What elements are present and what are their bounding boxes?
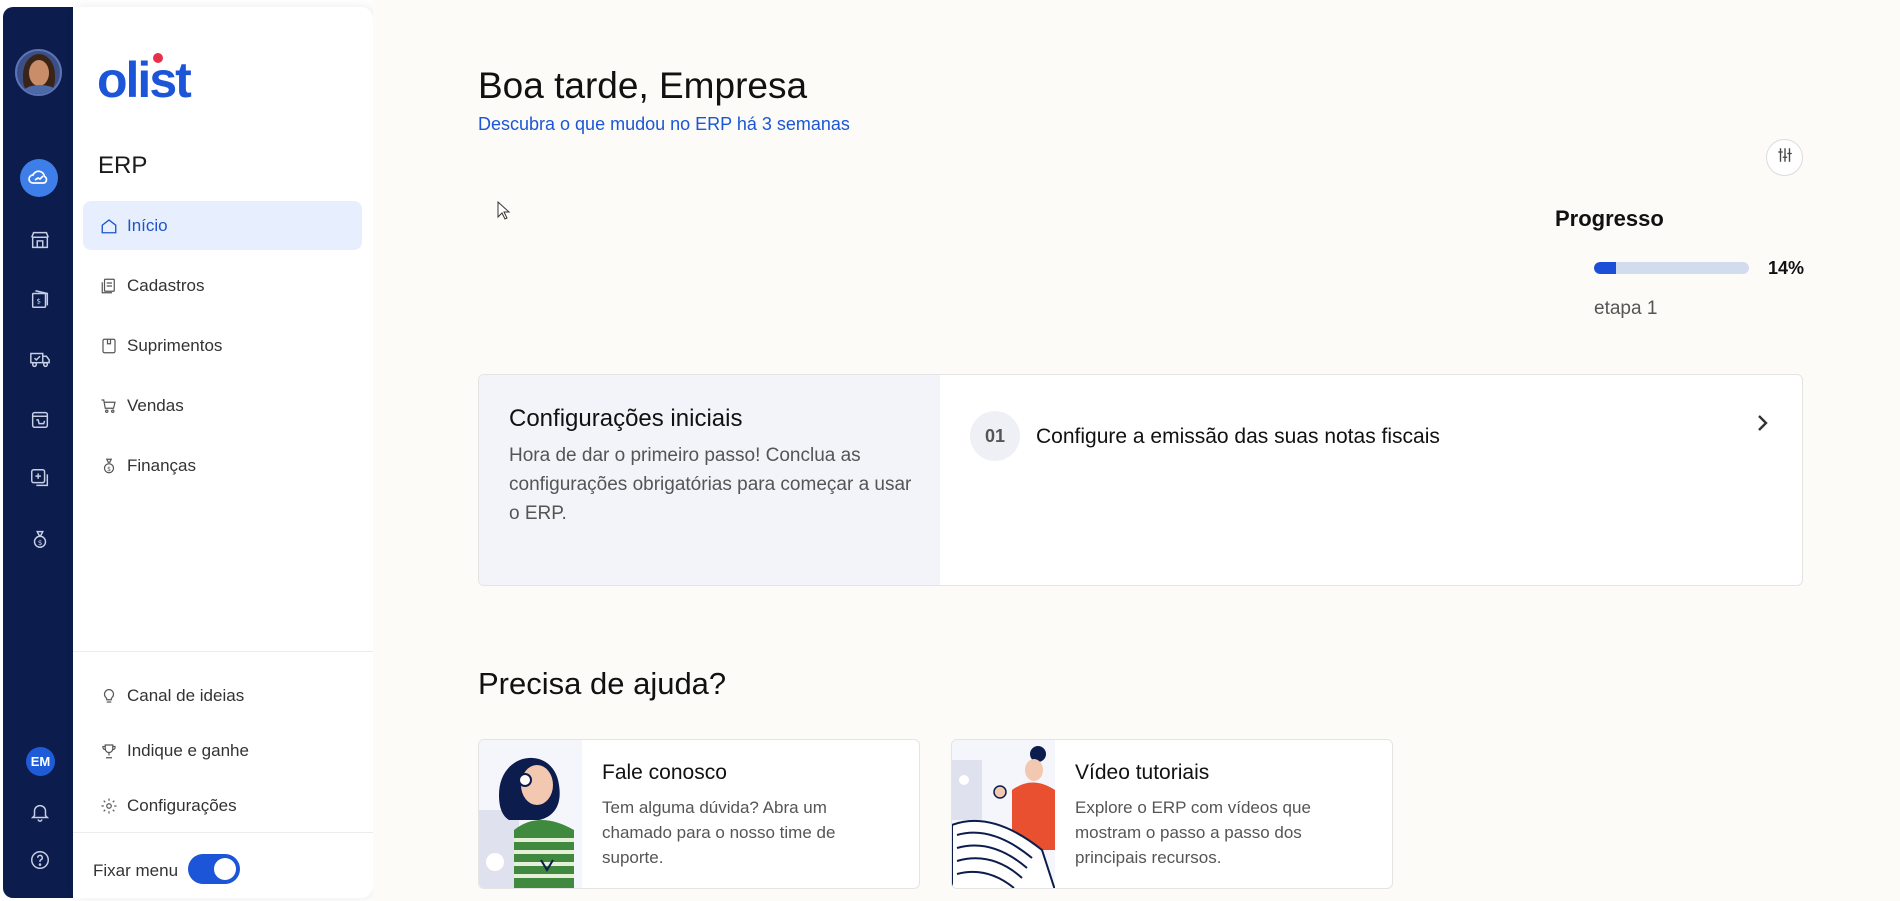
box-icon — [99, 336, 119, 356]
divider — [73, 832, 373, 833]
config-step-item[interactable]: 01 Configure a emissão das suas notas fi… — [940, 375, 1802, 495]
sidebar-item-canal-de-ideias[interactable]: Canal de ideias — [83, 671, 362, 720]
card-title: Fale conosco — [602, 761, 727, 784]
sidebar-item-cadastros[interactable]: Cadastros — [83, 261, 362, 310]
delivery-icon[interactable] — [29, 348, 51, 370]
mouse-cursor-icon — [497, 200, 511, 226]
money-bag-icon: $ — [99, 456, 119, 476]
sidebar-item-label: Vendas — [127, 395, 184, 415]
register-icon — [99, 276, 119, 296]
trophy-icon — [99, 741, 119, 761]
chevron-right-icon[interactable] — [1755, 413, 1771, 438]
help-section-title: Precisa de ajuda? — [478, 666, 727, 701]
progress-stage: etapa 1 — [1594, 298, 1658, 319]
svg-text:olist: olist — [97, 52, 192, 103]
pin-menu-label: Fixar menu — [93, 861, 179, 880]
video-tutorial-illustration — [952, 740, 1055, 888]
sidebar-item-label: Cadastros — [127, 275, 205, 295]
initial-config-card: Configurações iniciais Hora de dar o pri… — [478, 374, 1803, 586]
shopping-icon[interactable] — [29, 408, 51, 430]
store-icon[interactable] — [29, 229, 51, 251]
finance-icon[interactable]: $ — [29, 528, 51, 550]
add-app-icon[interactable] — [29, 467, 51, 489]
video-tutorials-card[interactable]: Vídeo tutoriais Explore o ERP com vídeos… — [951, 739, 1393, 889]
sidebar-item-suprimentos[interactable]: Suprimentos — [83, 321, 362, 370]
sidebar-item-inicio[interactable]: Início — [83, 201, 362, 250]
sidebar-item-label: Indique e ganhe — [127, 740, 249, 760]
sidebar-item-label: Início — [127, 215, 168, 235]
sidebar-item-configuracoes[interactable]: Configurações — [83, 781, 362, 830]
customize-button[interactable] — [1766, 139, 1803, 176]
card-title: Vídeo tutoriais — [1075, 761, 1210, 784]
olist-logo[interactable]: olist — [97, 47, 207, 108]
user-initials-badge[interactable]: EM — [26, 747, 55, 776]
sidebar-panel: olist ERP Início Cadastros Suprimentos V… — [73, 7, 373, 898]
sidebar-item-label: Suprimentos — [127, 335, 223, 355]
sidebar-item-vendas[interactable]: Vendas — [83, 381, 362, 430]
section-title: ERP — [98, 152, 148, 179]
config-description: Hora de dar o primeiro passo! Conclua as… — [509, 445, 912, 524]
pin-menu-toggle[interactable] — [188, 854, 240, 884]
money-icon[interactable]: $ — [29, 288, 51, 310]
config-intro: Configurações iniciais Hora de dar o pri… — [479, 375, 940, 585]
divider — [73, 651, 373, 652]
erp-icon[interactable] — [20, 159, 58, 197]
cart-icon — [99, 396, 119, 416]
user-avatar[interactable] — [15, 49, 62, 96]
gear-icon — [99, 796, 119, 816]
svg-text:$: $ — [107, 465, 111, 472]
progress-bar — [1594, 262, 1749, 274]
card-description: Tem alguma dúvida? Abra um chamado para … — [602, 798, 836, 867]
sidebar-item-label: Configurações — [127, 795, 237, 815]
sidebar-item-indique-e-ganhe[interactable]: Indique e ganhe — [83, 726, 362, 775]
sliders-icon — [1776, 146, 1794, 169]
page-title: Boa tarde, Empresa — [478, 65, 808, 106]
progress-title: Progresso — [1555, 206, 1664, 231]
sidebar-item-label: Canal de ideias — [127, 685, 245, 705]
contact-us-card[interactable]: Fale conosco Tem alguma dúvida? Abra um … — [478, 739, 920, 889]
card-description: Explore o ERP com vídeos que mostram o p… — [1075, 798, 1311, 867]
sidebar-item-label: Finanças — [127, 455, 196, 475]
svg-text:$: $ — [36, 297, 41, 306]
home-icon — [99, 216, 119, 236]
bell-icon[interactable] — [29, 801, 51, 823]
help-icon[interactable] — [29, 849, 51, 871]
main-content: Boa tarde, Empresa Descubra o que mudou … — [373, 0, 1900, 901]
support-agent-illustration — [479, 740, 582, 888]
lightbulb-icon — [99, 686, 119, 706]
sidebar-item-financas[interactable]: $ Finanças — [83, 441, 362, 490]
whats-new-link[interactable]: Descubra o que mudou no ERP há 3 semanas — [478, 114, 850, 135]
progress-percent: 14% — [1768, 258, 1805, 278]
app-rail: $ $ EM — [3, 7, 75, 898]
svg-text:$: $ — [38, 538, 43, 547]
step-label: Configure a emissão das suas notas fisca… — [1036, 425, 1440, 448]
progress-bar-fill — [1594, 262, 1616, 274]
config-title: Configurações iniciais — [509, 405, 743, 432]
step-number: 01 — [970, 411, 1020, 461]
